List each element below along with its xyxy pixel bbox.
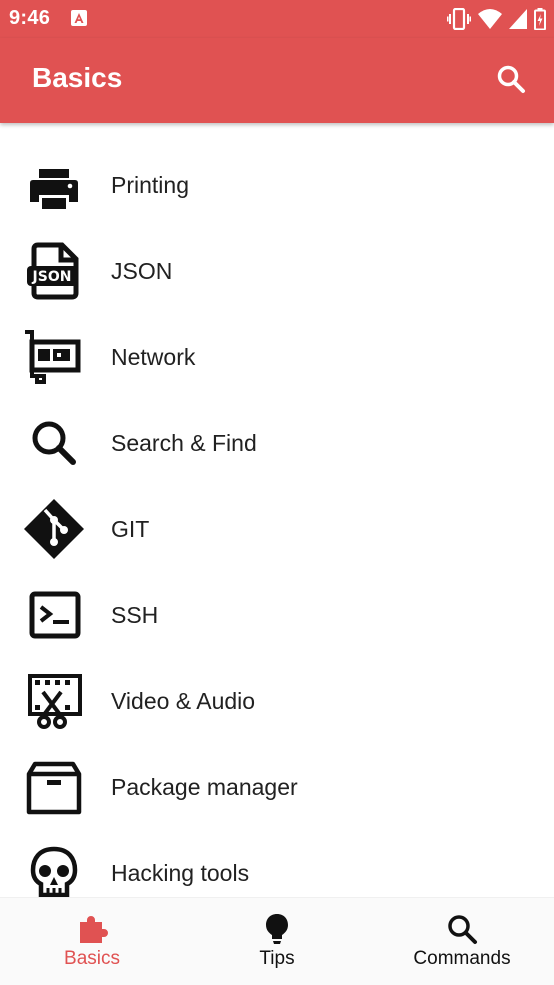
list-item-label: SSH	[111, 602, 159, 628]
list-item-git[interactable]: GIT	[0, 486, 554, 572]
list-item-network[interactable]: Network	[0, 314, 554, 400]
list-item-label: Search & Find	[111, 430, 257, 456]
svg-text:JSON: JSON	[32, 269, 72, 285]
list-item-label: GIT	[111, 516, 150, 542]
git-icon	[24, 499, 84, 559]
bottom-navigation: Basics Tips Commands	[0, 897, 554, 985]
list-item-label: Package manager	[111, 774, 298, 800]
list-item-label: Hacking tools	[111, 860, 250, 886]
archive-box-icon	[26, 761, 82, 815]
list-item-package-manager[interactable]: Package manager	[0, 744, 554, 830]
nav-item-tips[interactable]: Tips	[184, 898, 370, 985]
skull-icon	[30, 846, 78, 897]
nav-label: Tips	[259, 948, 295, 969]
list-item-video-audio[interactable]: Video & Audio	[0, 658, 554, 744]
nav-item-commands[interactable]: Commands	[370, 898, 554, 985]
nav-label: Commands	[413, 948, 511, 969]
list-item-json[interactable]: JSON JSON	[0, 228, 554, 314]
vibrate-icon	[447, 8, 471, 30]
search-icon[interactable]	[496, 64, 526, 94]
list-item-ssh[interactable]: SSH	[0, 572, 554, 658]
page-title: Basics	[32, 62, 123, 93]
list-item-label: Network	[111, 344, 196, 370]
list-item-printing[interactable]: Printing	[0, 142, 554, 228]
list-item-label: Video & Audio	[111, 688, 256, 714]
console-icon	[29, 591, 81, 639]
app-bar: Basics	[0, 38, 554, 123]
topic-list[interactable]: Printing JSON JSON Network Search & Find	[0, 123, 554, 897]
nav-item-basics[interactable]: Basics	[0, 898, 184, 985]
status-time: 9:46	[9, 7, 51, 29]
wifi-icon	[478, 9, 502, 29]
list-item-label: JSON	[111, 258, 173, 284]
network-card-icon	[25, 330, 81, 384]
nav-label: Basics	[64, 948, 120, 969]
list-item-hacking-tools[interactable]: Hacking tools	[0, 830, 554, 897]
list-item-search-find[interactable]: Search & Find	[0, 400, 554, 486]
json-file-icon: JSON	[27, 242, 79, 300]
partial-icon	[39, 123, 71, 127]
video-cut-icon	[28, 674, 82, 729]
cellular-signal-icon	[509, 9, 527, 29]
search-icon	[448, 915, 477, 944]
status-bar: 9:46	[0, 0, 554, 38]
battery-icon	[534, 8, 546, 30]
magnify-icon	[32, 421, 76, 465]
puzzle-icon	[80, 916, 108, 943]
lightbulb-icon	[266, 914, 288, 944]
printer-icon	[30, 169, 78, 209]
list-item-label: Printing	[111, 172, 189, 198]
notification-a-icon	[71, 10, 87, 26]
